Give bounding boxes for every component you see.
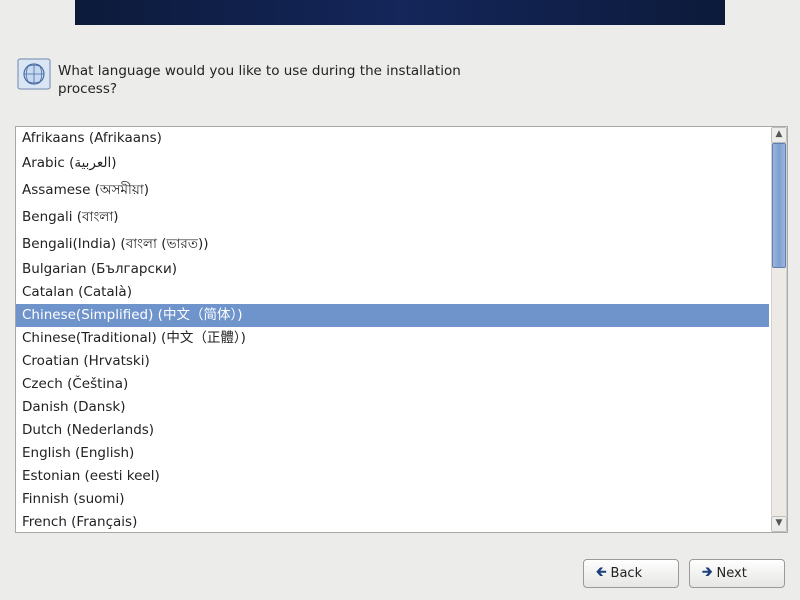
language-option[interactable]: French (Français) [16,511,769,532]
language-option[interactable]: Afrikaans (Afrikaans) [16,127,769,150]
arrow-left-icon: 🡰 [596,563,607,585]
back-button-label: Back [611,566,643,581]
next-button-label: Next [717,566,747,581]
language-option[interactable]: Bengali(India) (বাংলা (ভারত)) [16,231,769,258]
prompt-text: What language would you like to use duri… [58,62,478,98]
language-list[interactable]: Afrikaans (Afrikaans)Arabic (العربية)Ass… [15,126,788,533]
language-option[interactable]: Danish (Dansk) [16,396,769,419]
scroll-track[interactable] [771,143,787,516]
language-option[interactable]: Chinese(Simplified) (中文（简体）) [16,304,769,327]
language-option[interactable]: English (English) [16,442,769,465]
scrollbar[interactable] [770,127,788,532]
scroll-up-button[interactable] [771,127,787,143]
language-option[interactable]: Bengali (বাংলা) [16,204,769,231]
globe-icon [17,57,51,95]
language-option[interactable]: Czech (Čeština) [16,373,769,396]
scroll-thumb[interactable] [772,143,786,268]
scroll-down-button[interactable] [771,516,787,532]
language-option[interactable]: Dutch (Nederlands) [16,419,769,442]
next-button[interactable]: 🡲 Next [689,559,785,588]
language-option[interactable]: Bulgarian (Български) [16,258,769,281]
back-button[interactable]: 🡰 Back [583,559,679,588]
arrow-right-icon: 🡲 [702,563,713,585]
header-banner [75,0,725,25]
language-option[interactable]: Catalan (Català) [16,281,769,304]
language-option[interactable]: Finnish (suomi) [16,488,769,511]
language-option[interactable]: Estonian (eesti keel) [16,465,769,488]
language-option[interactable]: Arabic (العربية) [16,150,769,177]
language-option[interactable]: Chinese(Traditional) (中文（正體）) [16,327,769,350]
language-option[interactable]: Croatian (Hrvatski) [16,350,769,373]
language-option[interactable]: Assamese (অসমীয়া) [16,177,769,204]
